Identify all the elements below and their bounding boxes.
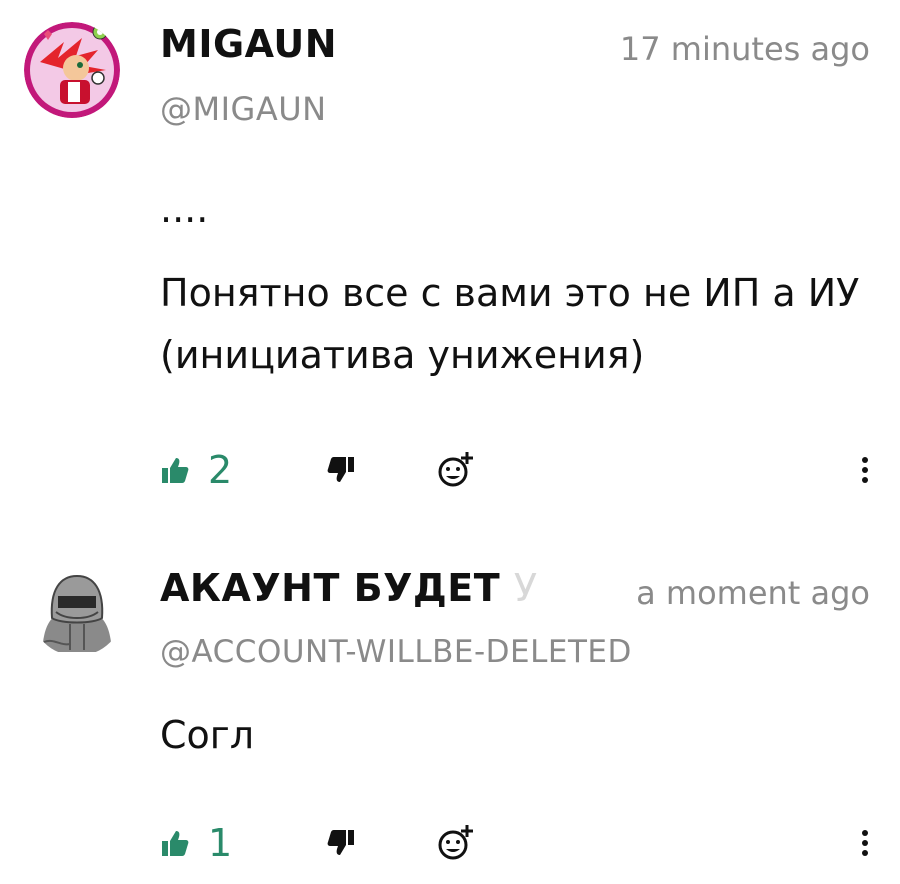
thumbs-up-icon [162,831,189,856]
comment: АКАУНТ БУДЕТ У @ACCOUNT-WILLBE-DELETED a… [0,540,900,884]
comment-text-line: .... [160,187,209,231]
thumbs-down-icon [327,457,354,482]
avatar[interactable] [30,562,124,656]
more-options-button[interactable] [860,818,870,868]
like-button[interactable]: 2 [160,445,232,495]
comment-author[interactable]: АКАУНТ БУДЕТ У [160,566,538,610]
like-button[interactable]: 1 [160,818,232,868]
like-count: 1 [208,821,233,865]
comment-handle[interactable]: @ACCOUNT-WILLBE-DELETED [160,634,632,670]
comment-handle[interactable]: @MIGAUN [160,90,327,128]
author-name: АКАУНТ БУДЕТ [160,566,501,610]
hedgehog-avatar-icon [24,22,120,118]
author-name-overflow: У [513,566,538,610]
more-vertical-icon [862,457,868,483]
add-reaction-button[interactable] [436,445,476,495]
avatar[interactable] [24,22,120,118]
more-options-button[interactable] [860,445,870,495]
comment-text-line: Согл [160,713,255,757]
comment-actions: 2 [160,445,870,495]
like-count: 2 [208,448,233,492]
comment-text-line: Понятно все с вами это не ИП а ИУ (иници… [160,271,860,377]
comment-timestamp: 17 minutes ago [619,30,870,68]
add-reaction-button[interactable] [436,818,476,868]
dislike-button[interactable] [326,818,356,868]
add-emoji-icon [438,452,473,487]
thumbs-down-icon [327,830,354,855]
comment-author[interactable]: MIGAUN [160,22,337,66]
comment: MIGAUN @MIGAUN 17 minutes ago .... Понят… [0,0,900,510]
more-vertical-icon [862,830,868,856]
comment-timestamp: a moment ago [636,574,870,612]
hooded-figure-avatar-icon [30,562,124,656]
comment-actions: 1 [160,818,870,868]
add-emoji-icon [438,825,473,860]
dislike-button[interactable] [326,445,356,495]
thumbs-up-icon [162,458,189,483]
